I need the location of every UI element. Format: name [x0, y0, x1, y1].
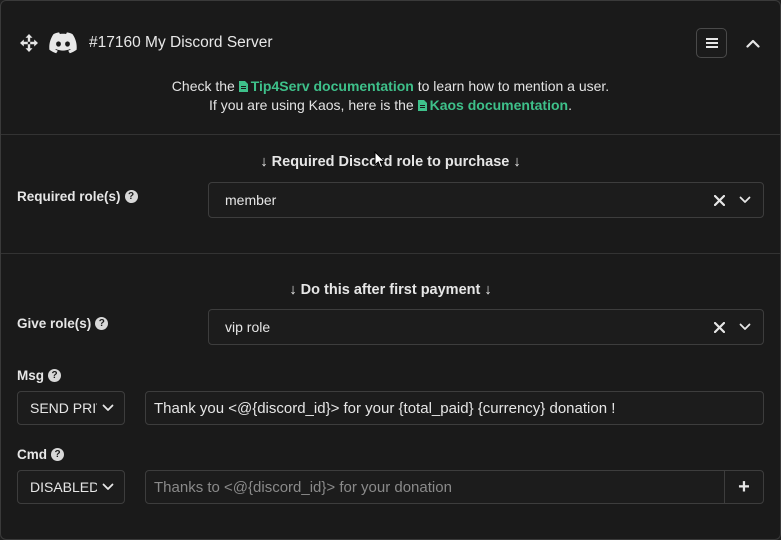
chevron-down-icon[interactable] — [735, 190, 755, 210]
cmd-mode-value: DISABLED — [30, 479, 97, 495]
give-roles-value: vip role — [225, 319, 271, 335]
section-divider — [1, 253, 780, 254]
chevron-down-icon — [97, 404, 119, 412]
doc-line2-suffix: . — [568, 97, 572, 113]
required-roles-select[interactable]: member — [208, 182, 764, 218]
mouse-cursor-icon — [374, 151, 386, 169]
help-icon[interactable]: ? — [48, 369, 61, 382]
after-payment-heading: ↓ Do this after first payment ↓ — [289, 282, 492, 298]
doc-line-tip4serv: Check the Tip4Serv documentation to lear… — [1, 78, 780, 95]
chevron-down-icon[interactable] — [735, 317, 755, 337]
doc-line1-prefix: Check the — [171, 78, 235, 94]
collapse-button[interactable] — [741, 31, 765, 55]
msg-mode-value: SEND PRIV — [30, 400, 97, 416]
cmd-mode-select[interactable]: DISABLED — [17, 470, 125, 504]
kaos-documentation-link[interactable]: Kaos documentation — [417, 97, 569, 114]
msg-label-text: Msg — [17, 368, 44, 383]
doc-line2-prefix: If you are using Kaos, here is the — [209, 97, 414, 113]
chevron-down-icon — [97, 483, 119, 491]
required-role-heading: ↓ Required Discord role to purchase ↓ — [260, 154, 521, 170]
chevron-up-icon — [746, 39, 760, 48]
msg-mode-select[interactable]: SEND PRIV — [17, 391, 125, 425]
server-title: #17160 My Discord Server — [89, 34, 273, 51]
menu-button[interactable] — [696, 28, 727, 58]
file-text-icon — [238, 79, 248, 95]
kaos-documentation-label: Kaos documentation — [429, 97, 569, 113]
add-command-button[interactable]: + — [724, 471, 763, 503]
cmd-label: Cmd ? — [17, 447, 64, 462]
hamburger-menu-icon — [705, 38, 718, 48]
close-x-icon[interactable] — [709, 317, 729, 337]
tip4serv-documentation-label: Tip4Serv documentation — [250, 78, 414, 94]
give-roles-label-text: Give role(s) — [17, 316, 92, 331]
help-icon[interactable]: ? — [51, 448, 64, 461]
discord-logo-icon — [49, 32, 77, 54]
discord-server-panel: #17160 My Discord Server Check the Tip4S… — [0, 0, 781, 540]
give-roles-select[interactable]: vip role — [208, 309, 764, 345]
cmd-input-group: + — [145, 470, 764, 504]
required-roles-label-text: Required role(s) — [17, 189, 121, 204]
plus-icon: + — [738, 476, 750, 498]
move-arrows-icon[interactable] — [20, 34, 38, 52]
panel-header: #17160 My Discord Server Check the Tip4S… — [1, 1, 780, 135]
cmd-label-text: Cmd — [17, 447, 47, 462]
file-text-icon — [417, 98, 427, 114]
help-icon[interactable]: ? — [95, 317, 109, 330]
cmd-text-input[interactable] — [146, 471, 724, 503]
tip4serv-documentation-link[interactable]: Tip4Serv documentation — [238, 78, 414, 95]
doc-line-kaos: If you are using Kaos, here is the Kaos … — [1, 97, 780, 114]
give-roles-label: Give role(s) ? — [17, 316, 109, 331]
msg-text-input[interactable] — [145, 391, 764, 425]
help-icon[interactable]: ? — [124, 190, 138, 203]
required-roles-label: Required role(s) ? — [17, 189, 138, 204]
doc-line1-suffix: to learn how to mention a user. — [417, 78, 610, 94]
msg-label: Msg ? — [17, 368, 61, 383]
close-x-icon[interactable] — [709, 190, 729, 210]
required-roles-value: member — [225, 192, 277, 208]
